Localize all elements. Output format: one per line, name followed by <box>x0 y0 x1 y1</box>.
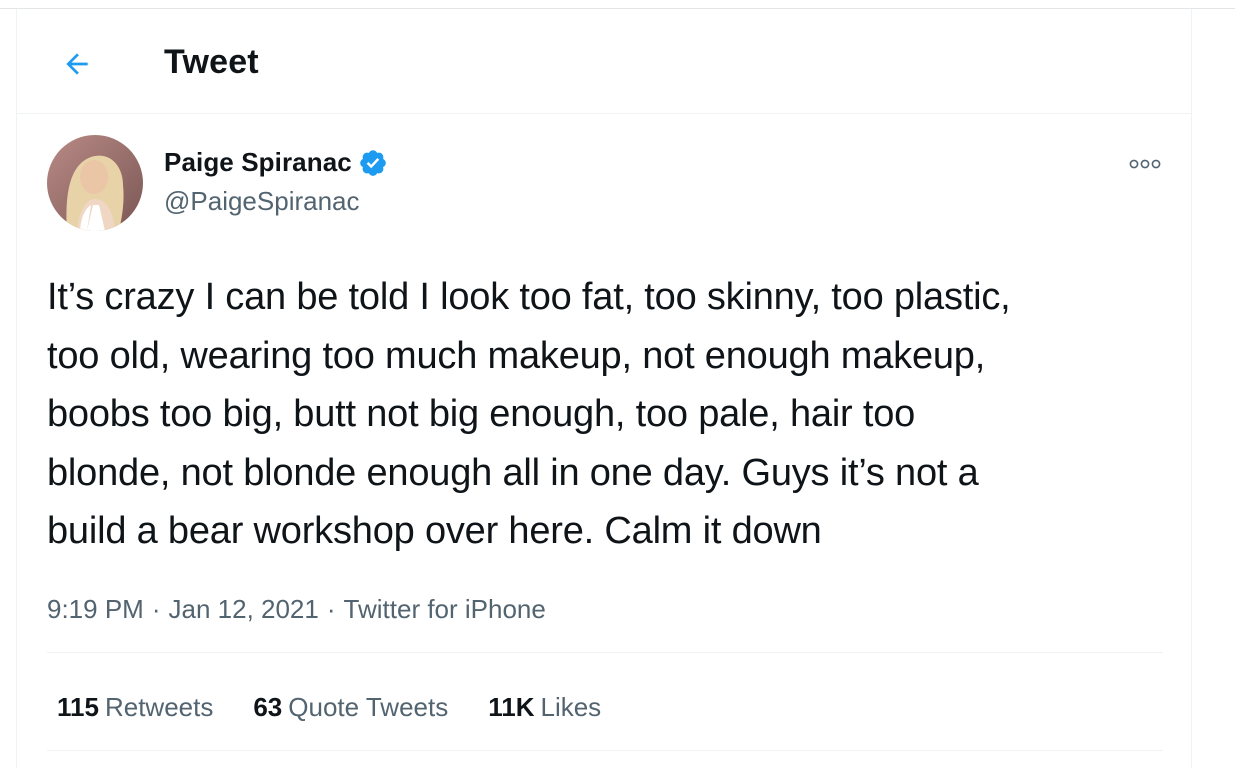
stat-count: 115 <box>57 692 99 722</box>
author-name-row[interactable]: Paige Spiranac <box>164 147 388 178</box>
author-handle[interactable]: @PaigeSpiranac <box>164 186 360 217</box>
profile-photo <box>47 135 143 231</box>
tweet-text: It’s crazy I can be told I look too fat,… <box>47 276 1011 552</box>
likes-stat[interactable]: 11K Likes <box>488 692 601 723</box>
author-display-name: Paige Spiranac <box>164 147 352 177</box>
stat-count: 11K <box>488 692 535 722</box>
back-button[interactable] <box>53 40 101 88</box>
stat-label: Likes <box>540 692 602 722</box>
quote-tweets-stat[interactable]: 63 Quote Tweets <box>253 692 448 723</box>
retweets-stat[interactable]: 115 Retweets <box>57 692 213 723</box>
more-horizontal-icon <box>1129 159 1161 169</box>
divider <box>47 652 1163 653</box>
tweet-column: Tweet Paige Spiranac @PaigeSpiranac It’s… <box>16 9 1192 768</box>
tweet-stats: 115 Retweets 63 Quote Tweets 11K Likes <box>57 692 641 723</box>
avatar[interactable] <box>47 135 143 231</box>
stat-label: Retweets <box>104 692 214 722</box>
tweet-date[interactable]: Jan 12, 2021 <box>169 594 319 625</box>
tweet-source[interactable]: Twitter for iPhone <box>344 594 546 625</box>
stat-count: 63 <box>253 692 283 722</box>
meta-separator: · <box>151 594 161 624</box>
meta-separator: · <box>326 594 336 624</box>
verified-badge-icon <box>360 149 386 176</box>
stat-label: Quote Tweets <box>288 692 449 722</box>
tweet-time[interactable]: 9:19 PM <box>47 594 144 625</box>
more-options-button[interactable] <box>1123 150 1167 178</box>
tweet-meta: 9:19 PM · Jan 12, 2021 · Twitter for iPh… <box>47 594 546 625</box>
page-header: Tweet <box>17 9 1191 114</box>
arrow-left-icon <box>66 53 88 75</box>
page-title: Tweet <box>164 43 259 81</box>
divider <box>47 750 1163 751</box>
